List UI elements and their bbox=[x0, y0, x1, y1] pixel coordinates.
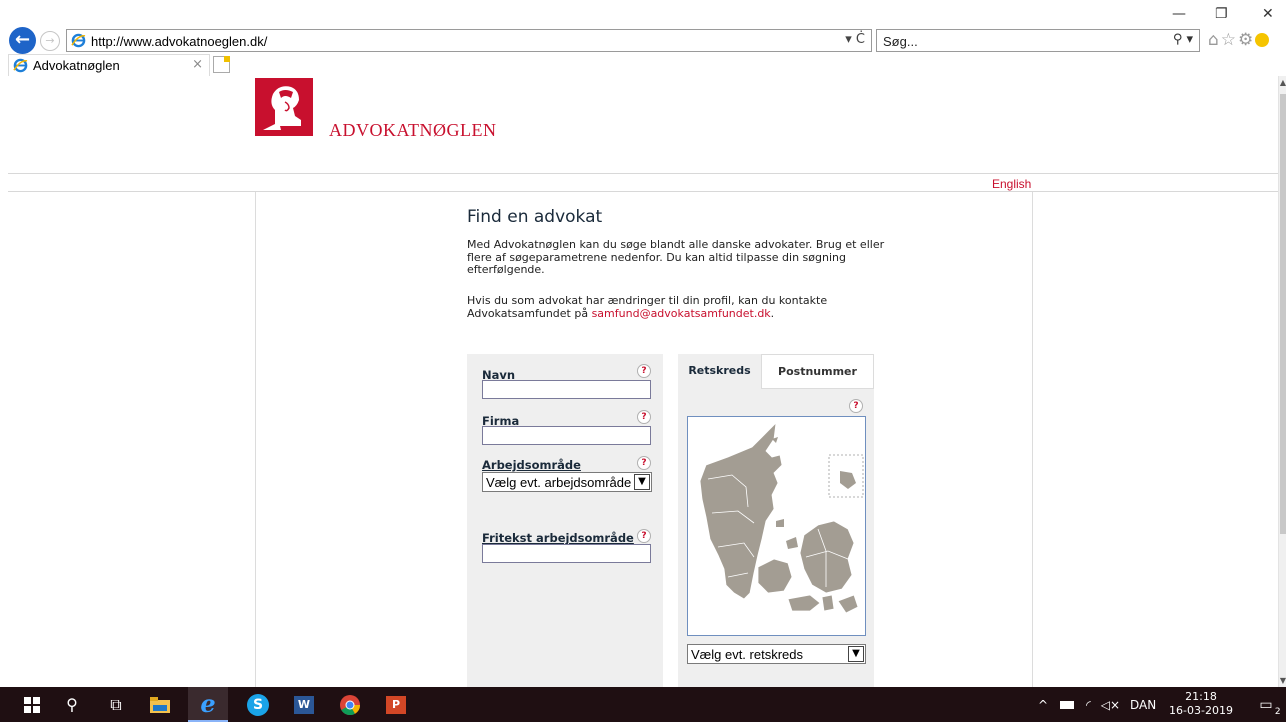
browser-chrome: — ❐ ✕ ← → http://www.advokatnoeglen.dk/ … bbox=[0, 0, 1286, 76]
contact-email-link[interactable]: samfund@advokatsamfundet.dk bbox=[592, 307, 771, 320]
search-box[interactable]: Søg... ⚲ ▾ bbox=[876, 29, 1200, 52]
windows-icon bbox=[24, 696, 40, 713]
toolbar-icons[interactable]: ⌂☆⚙ bbox=[1208, 30, 1270, 50]
help-icon[interactable]: ? bbox=[849, 399, 863, 413]
scroll-down-icon[interactable]: ▼ bbox=[1279, 676, 1286, 685]
retskreds-select[interactable]: Vælg evt. retskreds ▼ bbox=[687, 644, 866, 664]
help-icon[interactable]: ? bbox=[637, 529, 651, 543]
contact-text: Hvis du som advokat har ændringer til di… bbox=[467, 294, 887, 320]
chevron-up-icon[interactable]: ^ bbox=[1038, 698, 1048, 712]
powerpoint-icon: P bbox=[386, 695, 406, 714]
notification-icon: ▭ 2 bbox=[1259, 696, 1281, 717]
search-icon[interactable]: ⚲ ▾ bbox=[1173, 32, 1193, 47]
arrow-left-icon: ← bbox=[14, 29, 31, 50]
chrome-icon bbox=[340, 694, 360, 715]
page-title: Find en advokat bbox=[467, 207, 603, 227]
arrow-right-icon: → bbox=[45, 34, 55, 47]
home-star-gear-icons[interactable]: ⌂☆⚙ bbox=[1208, 30, 1255, 50]
language-indicator[interactable]: DAN bbox=[1130, 698, 1156, 712]
volume-icon[interactable]: ◁× bbox=[1101, 698, 1120, 712]
address-bar[interactable]: http://www.advokatnoeglen.dk/ ▾ Ċ bbox=[66, 29, 872, 52]
contact-text-end: . bbox=[770, 306, 775, 320]
search-input[interactable]: Søg... bbox=[883, 34, 918, 49]
tab-postnummer[interactable]: Postnummer bbox=[761, 354, 874, 389]
chevron-down-icon[interactable]: ▼ bbox=[848, 646, 864, 662]
freetext-label: Fritekst arbejdsområde bbox=[482, 531, 634, 545]
scroll-up-icon[interactable]: ▲ bbox=[1279, 78, 1286, 87]
area-label: Arbejdsområde bbox=[482, 458, 581, 472]
map-tabs: Retskreds Postnummer bbox=[678, 354, 874, 389]
internet-explorer-button[interactable]: e bbox=[188, 687, 228, 722]
freetext-input[interactable] bbox=[482, 544, 651, 563]
notification-count: 2 bbox=[1274, 706, 1281, 717]
task-view-button[interactable]: ⧉ bbox=[96, 687, 136, 722]
close-window-button[interactable]: ✕ bbox=[1262, 6, 1274, 22]
help-icon[interactable]: ? bbox=[637, 456, 651, 470]
retskreds-select-value: Vælg evt. retskreds bbox=[691, 647, 803, 662]
chevron-down-icon[interactable]: ▼ bbox=[634, 474, 650, 490]
minimize-button[interactable]: — bbox=[1172, 6, 1186, 22]
english-link[interactable]: English bbox=[992, 177, 1031, 191]
new-tab-button[interactable] bbox=[213, 56, 230, 73]
intro-text: Med Advokatnøglen kan du søge blandt all… bbox=[467, 238, 885, 276]
clock-time: 21:18 bbox=[1185, 690, 1217, 703]
site-logo-text[interactable]: ADVOKATNØGLEN bbox=[329, 120, 496, 141]
clock-date: 16-03-2019 bbox=[1169, 704, 1233, 717]
file-explorer-button[interactable] bbox=[140, 687, 180, 722]
skype-icon: S bbox=[247, 693, 269, 716]
help-icon[interactable]: ? bbox=[637, 410, 651, 424]
wifi-icon[interactable]: ◜ bbox=[1086, 698, 1091, 712]
denmark-map[interactable] bbox=[687, 416, 866, 636]
logo-icon[interactable] bbox=[255, 78, 313, 136]
denmark-map-icon bbox=[699, 421, 864, 614]
word-button[interactable]: W bbox=[284, 687, 324, 722]
refresh-icon[interactable]: ▾ Ċ bbox=[845, 32, 865, 47]
tab-title: Advokatnøglen bbox=[33, 58, 120, 73]
task-view-icon: ⧉ bbox=[110, 694, 122, 714]
header-divider bbox=[8, 173, 1278, 174]
ie-icon bbox=[13, 58, 28, 73]
url-text: http://www.advokatnoeglen.dk/ bbox=[91, 34, 268, 49]
browser-tab[interactable]: Advokatnøglen × bbox=[8, 54, 210, 76]
smiley-icon[interactable] bbox=[1255, 33, 1270, 47]
word-icon: W bbox=[294, 695, 314, 714]
map-panel: Retskreds Postnummer ? Vælg evt. retskre… bbox=[678, 354, 874, 694]
skype-button[interactable]: S bbox=[238, 687, 278, 722]
battery-icon[interactable] bbox=[1060, 700, 1075, 709]
restore-button[interactable]: ❐ bbox=[1215, 6, 1228, 22]
scroll-thumb[interactable] bbox=[1280, 94, 1286, 534]
back-button[interactable]: ← bbox=[9, 27, 36, 54]
powerpoint-button[interactable]: P bbox=[376, 687, 416, 722]
name-input[interactable] bbox=[482, 380, 651, 399]
chrome-button[interactable] bbox=[330, 687, 370, 722]
ie-icon: e bbox=[200, 689, 216, 718]
help-icon[interactable]: ? bbox=[637, 364, 651, 378]
area-select[interactable]: Vælg evt. arbejdsområde ▼ bbox=[482, 472, 652, 492]
area-select-value: Vælg evt. arbejdsområde bbox=[486, 475, 632, 490]
clock[interactable]: 21:18 16-03-2019 bbox=[1168, 690, 1234, 718]
vertical-scrollbar[interactable]: ▲ ▼ bbox=[1278, 76, 1286, 687]
tab-retskreds[interactable]: Retskreds bbox=[678, 354, 761, 389]
firm-input[interactable] bbox=[482, 426, 651, 445]
ie-icon bbox=[71, 33, 86, 48]
search-icon: ⚲ bbox=[66, 695, 78, 714]
notification-button[interactable]: ▭ 2 bbox=[1246, 687, 1286, 722]
forward-button[interactable]: → bbox=[40, 31, 60, 51]
start-button[interactable] bbox=[12, 687, 52, 722]
windows-taskbar: ⚲ ⧉ e S W P ^ ◜ ◁× DAN 21:18 16-03-2019 … bbox=[0, 687, 1286, 722]
close-tab-icon[interactable]: × bbox=[192, 57, 203, 72]
folder-icon bbox=[150, 696, 170, 713]
search-taskbar-button[interactable]: ⚲ bbox=[52, 687, 92, 722]
system-tray-icons[interactable]: ^ ◜ ◁× DAN bbox=[1038, 687, 1156, 722]
search-panel: Navn ? Firma ? Arbejdsområde ? Vælg evt.… bbox=[467, 354, 663, 694]
